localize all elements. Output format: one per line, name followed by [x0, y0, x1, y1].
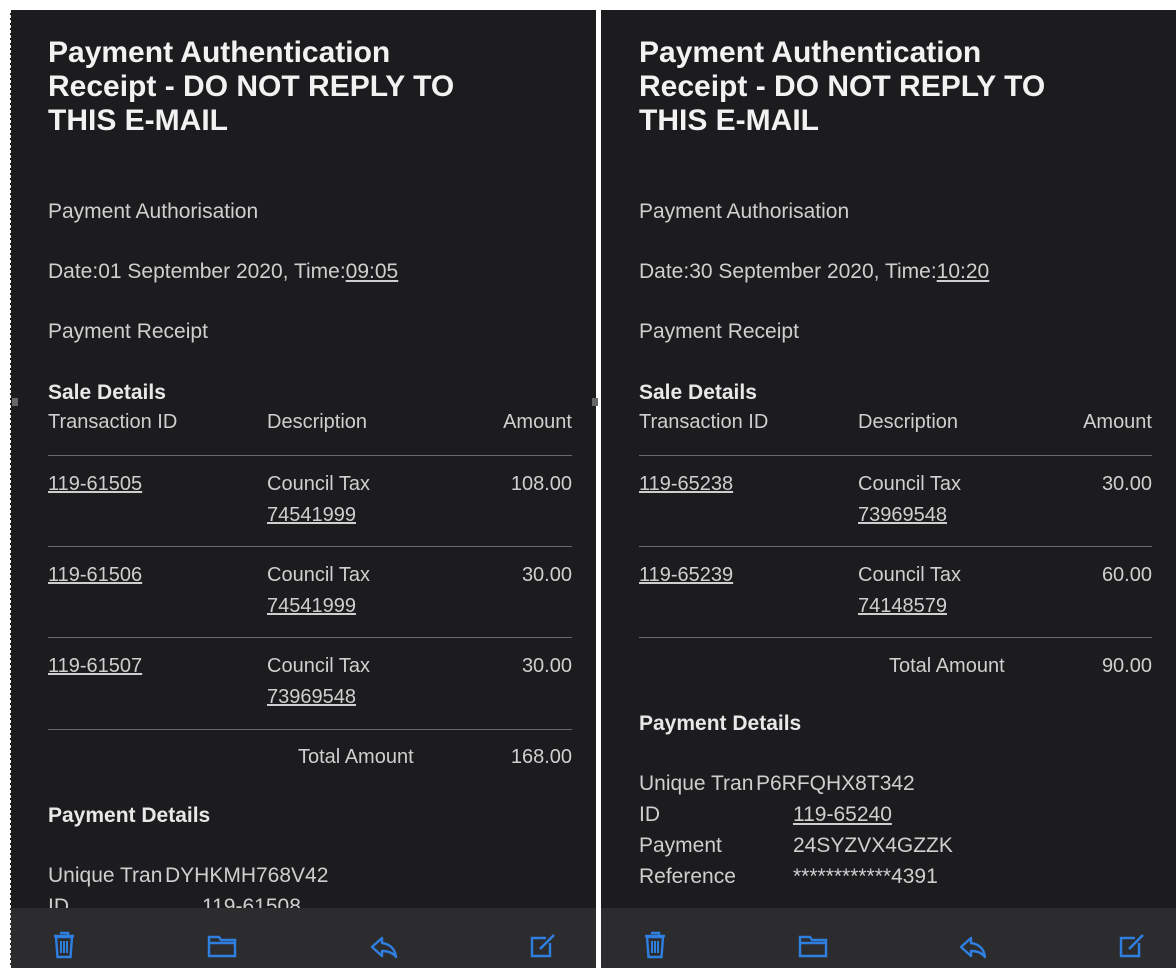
- reply-icon[interactable]: [957, 928, 989, 960]
- email-panel-right: Payment Authentication Receipt - DO NOT …: [601, 10, 1176, 968]
- unique-tran-label: Unique Tran: [48, 864, 163, 887]
- amount: 60.00: [1101, 564, 1152, 586]
- email-panel-left: Payment Authentication Receipt - DO NOT …: [10, 10, 596, 968]
- transaction-id-link[interactable]: 119-61507: [48, 651, 142, 682]
- mail-toolbar: [10, 908, 596, 968]
- divider: [48, 546, 572, 547]
- unique-tran-label: Unique Tran: [639, 772, 754, 795]
- account-ref-link[interactable]: 74541999: [267, 591, 356, 622]
- id-link[interactable]: 119-65240: [793, 799, 892, 830]
- account-ref-link[interactable]: 73969548: [267, 682, 356, 713]
- trash-icon[interactable]: [48, 928, 80, 960]
- trash-icon[interactable]: [639, 928, 671, 960]
- transaction-id-link[interactable]: 119-61506: [48, 560, 142, 591]
- account-ref-link[interactable]: 74541999: [267, 500, 356, 531]
- transaction-id-link[interactable]: 119-65238: [639, 469, 733, 500]
- compose-icon[interactable]: [526, 928, 558, 960]
- edge-marker: [592, 398, 598, 406]
- description: Council Tax: [267, 473, 371, 495]
- account-ref-link[interactable]: 74148579: [858, 591, 947, 622]
- time-link[interactable]: 10:20: [937, 260, 990, 283]
- email-subject: Payment Authentication Receipt - DO NOT …: [48, 36, 572, 138]
- divider: [48, 729, 572, 730]
- transaction-id-link[interactable]: 119-65239: [639, 560, 733, 591]
- reference-label: Reference: [639, 865, 736, 888]
- auth-label: Payment Authorisation: [639, 200, 850, 223]
- description: Council Tax: [858, 564, 962, 586]
- payment-details-heading: Payment Details: [48, 804, 211, 827]
- reply-icon[interactable]: [368, 928, 400, 960]
- col-header-amount: Amount: [1083, 411, 1152, 433]
- folder-icon[interactable]: [206, 928, 238, 960]
- divider: [48, 637, 572, 638]
- description: Council Tax: [858, 473, 962, 495]
- date-time: Date:01 September 2020, Time:09:05: [48, 260, 398, 284]
- subject-line: THIS E-MAIL: [639, 104, 819, 137]
- total-label: Total Amount: [889, 655, 1005, 677]
- folder-icon[interactable]: [797, 928, 829, 960]
- subject-line: Receipt - DO NOT REPLY TO: [639, 70, 1046, 103]
- total-label: Total Amount: [298, 746, 414, 768]
- auth-label: Payment Authorisation: [48, 200, 259, 223]
- compose-icon[interactable]: [1115, 928, 1147, 960]
- unique-tran-value: DYHKMH768V42: [165, 864, 329, 887]
- reference-value: ************4391: [793, 865, 938, 888]
- col-header-transaction-id: Transaction ID: [639, 411, 769, 433]
- date-time: Date:30 September 2020, Time:10:20: [639, 260, 989, 284]
- description: Council Tax: [267, 564, 371, 586]
- payment-details-heading: Payment Details: [639, 712, 802, 735]
- pane-separator: [599, 10, 600, 968]
- payment-label: Payment: [639, 834, 722, 857]
- edge-marker: [12, 398, 18, 406]
- subject-line: Payment Authentication: [639, 36, 982, 69]
- date-text: Date:01 September 2020, Time:: [48, 260, 346, 283]
- total-value: 168.00: [510, 746, 572, 768]
- divider: [639, 637, 1152, 638]
- transaction-id-link[interactable]: 119-61505: [48, 469, 142, 500]
- receipt-label: Payment Receipt: [48, 320, 208, 343]
- total-value: 90.00: [1101, 655, 1152, 677]
- id-label: ID: [639, 803, 660, 826]
- payment-value: 24SYZVX4GZZK: [793, 834, 953, 857]
- col-header-description: Description: [858, 411, 959, 433]
- pane-edge: [10, 10, 11, 968]
- subject-line: Payment Authentication: [48, 36, 391, 69]
- time-link[interactable]: 09:05: [346, 260, 399, 283]
- col-header-amount: Amount: [503, 411, 572, 433]
- amount: 108.00: [510, 473, 572, 495]
- account-ref-link[interactable]: 73969548: [858, 500, 947, 531]
- col-header-description: Description: [267, 411, 368, 433]
- date-text: Date:30 September 2020, Time:: [639, 260, 937, 283]
- subject-line: Receipt - DO NOT REPLY TO: [48, 70, 455, 103]
- divider: [639, 546, 1152, 547]
- divider: [48, 455, 572, 456]
- description: Council Tax: [267, 655, 371, 677]
- mail-toolbar: [601, 908, 1176, 968]
- subject-line: THIS E-MAIL: [48, 104, 228, 137]
- sale-details-heading: Sale Details: [48, 381, 166, 404]
- amount: 30.00: [1101, 473, 1152, 495]
- email-subject: Payment Authentication Receipt - DO NOT …: [639, 36, 1152, 138]
- amount: 30.00: [521, 655, 572, 677]
- unique-tran-value: P6RFQHX8T342: [756, 772, 915, 795]
- divider: [639, 455, 1152, 456]
- receipt-label: Payment Receipt: [639, 320, 799, 343]
- sale-details-heading: Sale Details: [639, 381, 757, 404]
- amount: 30.00: [521, 564, 572, 586]
- col-header-transaction-id: Transaction ID: [48, 411, 178, 433]
